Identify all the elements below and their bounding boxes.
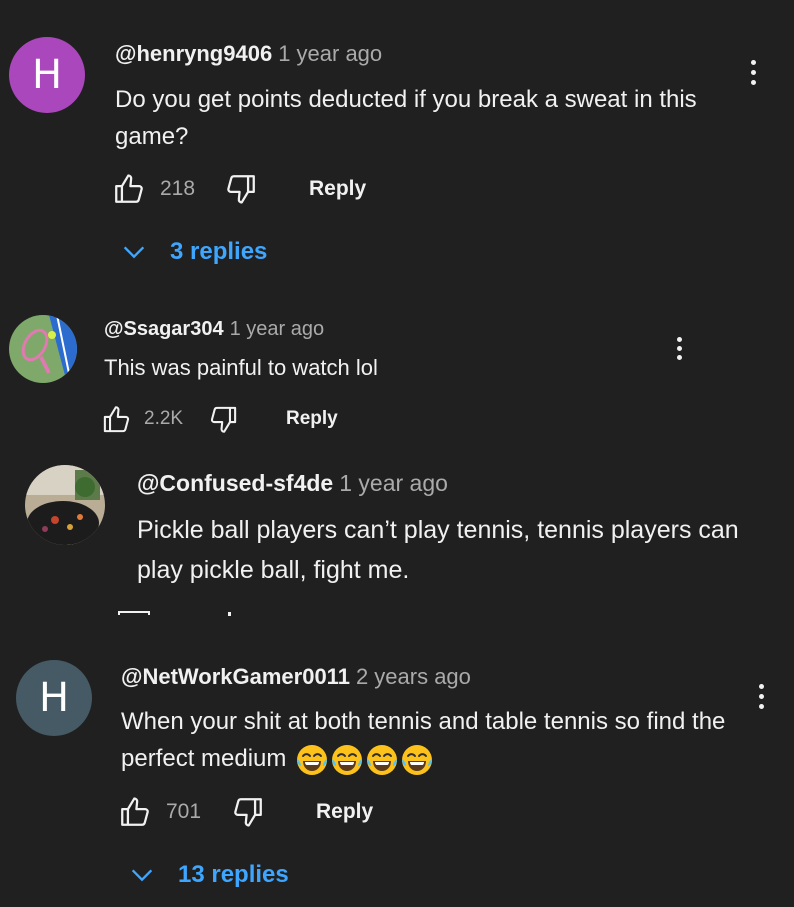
author-handle[interactable]: @Confused-sf4de	[137, 470, 333, 496]
dislike-button[interactable]	[231, 795, 265, 829]
more-actions-icon[interactable]	[743, 60, 763, 85]
dislike-button[interactable]	[224, 172, 258, 206]
comment-text: Do you get points deducted if you break …	[115, 86, 697, 150]
face-with-tears-of-joy-icon	[296, 744, 328, 776]
photo-avatar-icon	[25, 465, 105, 545]
reply-button[interactable]: Reply	[316, 800, 373, 824]
thumb-up-icon	[118, 795, 152, 829]
avatar-letter: H	[38, 675, 70, 721]
author-handle[interactable]: @NetWorkGamer0011	[121, 664, 350, 689]
like-button[interactable]	[101, 404, 132, 435]
like-count: 218	[160, 177, 196, 200]
timestamp[interactable]: 1 year ago	[278, 41, 382, 66]
timestamp[interactable]: 1 year ago	[339, 470, 448, 496]
like-count: 701	[166, 800, 202, 823]
view-replies-button[interactable]: 13 replies	[128, 861, 289, 889]
comment-header: @Confused-sf4de 1 year ago	[137, 470, 448, 497]
thumb-up-icon	[101, 404, 132, 435]
reply-button[interactable]: Reply	[286, 408, 338, 430]
thumb-down-icon	[224, 172, 258, 206]
thumb-down-icon	[231, 795, 265, 829]
like-button[interactable]	[118, 795, 152, 829]
comment-header: @NetWorkGamer0011 2 years ago	[121, 664, 471, 690]
avatar[interactable]	[9, 315, 77, 383]
avatar[interactable]: H	[9, 37, 85, 113]
like-count: 2.2K	[144, 408, 184, 429]
comment-body: When your shit at both tennis and table …	[121, 703, 741, 777]
face-with-tears-of-joy-icon	[331, 744, 363, 776]
thumb-down-icon	[208, 404, 239, 435]
chevron-down-icon	[120, 238, 148, 266]
more-actions-icon[interactable]	[751, 684, 771, 709]
comment-text: Pickle ball players can’t play tennis, t…	[137, 516, 739, 584]
timestamp[interactable]: 2 years ago	[356, 664, 471, 689]
replies-label: 3 replies	[170, 238, 268, 265]
face-with-tears-of-joy-icon	[366, 744, 398, 776]
replies-label: 13 replies	[178, 861, 289, 888]
chevron-down-icon	[128, 861, 156, 889]
author-handle[interactable]: @Ssagar304	[104, 318, 224, 340]
comment-header: @henryng9406 1 year ago	[115, 41, 382, 67]
avatar-letter: H	[31, 52, 63, 98]
dislike-icon-fragment	[228, 612, 231, 616]
author-handle[interactable]: @henryng9406	[115, 41, 272, 66]
avatar[interactable]	[25, 465, 105, 545]
like-button[interactable]	[112, 172, 146, 206]
face-with-tears-of-joy-icon	[401, 744, 433, 776]
tennis-racket-avatar-icon	[9, 315, 77, 383]
comment-header: @Ssagar304 1 year ago	[104, 318, 324, 341]
dislike-button[interactable]	[208, 404, 239, 435]
thumb-up-icon	[112, 172, 146, 206]
timestamp[interactable]: 1 year ago	[230, 318, 325, 340]
like-icon-fragment	[118, 611, 150, 615]
view-replies-button[interactable]: 3 replies	[120, 238, 267, 266]
more-actions-icon[interactable]	[669, 337, 689, 360]
avatar[interactable]: H	[16, 660, 92, 736]
comment-text: This was painful to watch lol	[104, 355, 378, 380]
reply-button[interactable]: Reply	[309, 177, 366, 201]
